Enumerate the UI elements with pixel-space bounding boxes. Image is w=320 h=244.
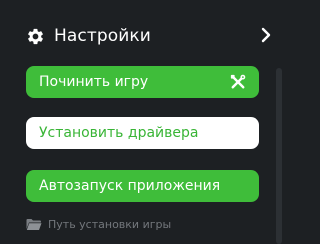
repair-game-label: Починить игру	[39, 74, 149, 90]
repair-game-button[interactable]: Починить игру	[26, 66, 259, 98]
page-title: Настройки	[54, 26, 151, 46]
game-install-path-label: Путь установки игры	[48, 218, 172, 231]
tools-icon	[230, 74, 246, 89]
install-drivers-button[interactable]: Установить драйвера	[26, 117, 259, 149]
autostart-app-label: Автозапуск приложения	[39, 178, 221, 194]
gear-icon	[28, 28, 43, 44]
folder-icon	[26, 219, 42, 230]
install-drivers-label: Установить драйвера	[39, 125, 199, 141]
settings-header: Настройки	[26, 22, 151, 50]
settings-panel: Настройки Починить игру Установить драйв…	[0, 0, 308, 244]
autostart-app-button[interactable]: Автозапуск приложения	[26, 170, 259, 202]
game-install-path-link[interactable]: Путь установки игры	[26, 218, 171, 231]
chevron-right-icon[interactable]	[256, 25, 276, 45]
scrollbar[interactable]	[276, 68, 282, 244]
